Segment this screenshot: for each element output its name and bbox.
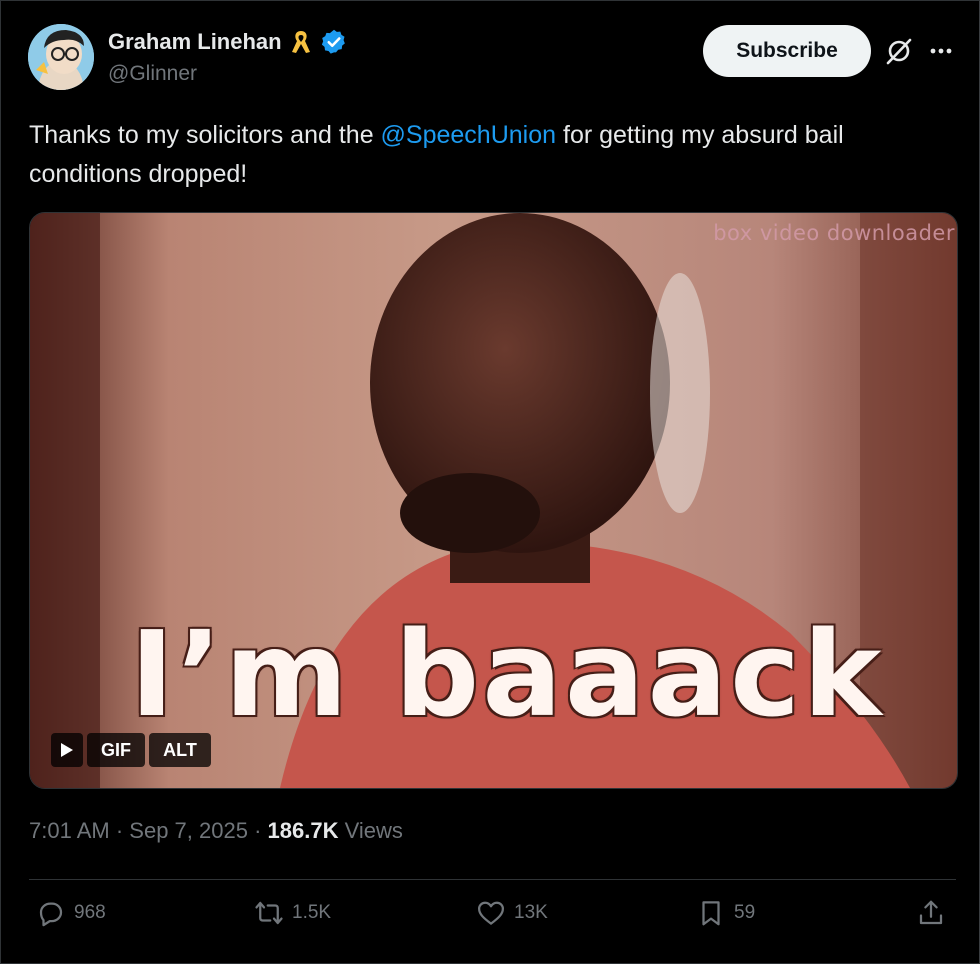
repost-button[interactable]: 1.5K bbox=[254, 898, 331, 928]
tweet-text-before: Thanks to my solicitors and the bbox=[29, 121, 381, 149]
views-label: Views bbox=[338, 818, 403, 843]
share-button[interactable] bbox=[916, 898, 946, 928]
action-bar: 968 1.5K 13K 59 bbox=[36, 898, 956, 938]
gif-media[interactable]: box video downloader I’m baaack GIF ALT bbox=[29, 212, 958, 789]
bookmark-icon bbox=[702, 901, 720, 926]
meta-separator: · bbox=[247, 818, 268, 843]
alt-badge[interactable]: ALT bbox=[149, 733, 211, 767]
gif-controls: GIF ALT bbox=[51, 733, 211, 767]
repost-icon bbox=[255, 901, 283, 925]
tweet-meta: 7:01 AM · Sep 7, 2025 · 186.7K Views bbox=[29, 818, 403, 844]
author-name[interactable]: Graham Linehan bbox=[108, 29, 282, 55]
tweet-date[interactable]: Sep 7, 2025 bbox=[129, 818, 248, 843]
play-button[interactable] bbox=[51, 733, 83, 767]
grok-icon[interactable] bbox=[884, 36, 914, 66]
play-icon bbox=[61, 743, 73, 757]
author-handle[interactable]: @Glinner bbox=[108, 62, 197, 86]
avatar[interactable] bbox=[28, 24, 94, 90]
verified-badge-icon[interactable] bbox=[320, 28, 348, 56]
gif-caption: I’m baaack bbox=[130, 605, 885, 743]
author-name-row: Graham Linehan bbox=[108, 28, 348, 56]
views-count[interactable]: 186.7K bbox=[268, 818, 339, 843]
reply-count: 968 bbox=[74, 902, 106, 923]
yellow-ribbon-icon bbox=[291, 31, 310, 53]
heart-icon bbox=[478, 901, 504, 925]
subscribe-button[interactable]: Subscribe bbox=[703, 25, 871, 77]
tweet-text: Thanks to my solicitors and the @SpeechU… bbox=[29, 116, 929, 194]
more-icon[interactable] bbox=[928, 38, 954, 64]
gif-badge: GIF bbox=[87, 733, 145, 767]
repost-count: 1.5K bbox=[292, 902, 332, 923]
bookmark-button[interactable]: 59 bbox=[696, 898, 755, 928]
like-count: 13K bbox=[514, 902, 548, 923]
reply-button[interactable]: 968 bbox=[36, 898, 106, 928]
watermark: box video downloader bbox=[713, 221, 955, 245]
tweet-time[interactable]: 7:01 AM bbox=[29, 818, 110, 843]
reply-icon bbox=[39, 902, 63, 927]
divider bbox=[29, 879, 956, 880]
bookmark-count: 59 bbox=[734, 902, 756, 923]
meta-separator: · bbox=[109, 818, 130, 843]
avatar-illustration bbox=[28, 24, 94, 90]
share-icon bbox=[919, 900, 943, 925]
mention-link[interactable]: @SpeechUnion bbox=[381, 121, 557, 149]
like-button[interactable]: 13K bbox=[476, 898, 548, 928]
